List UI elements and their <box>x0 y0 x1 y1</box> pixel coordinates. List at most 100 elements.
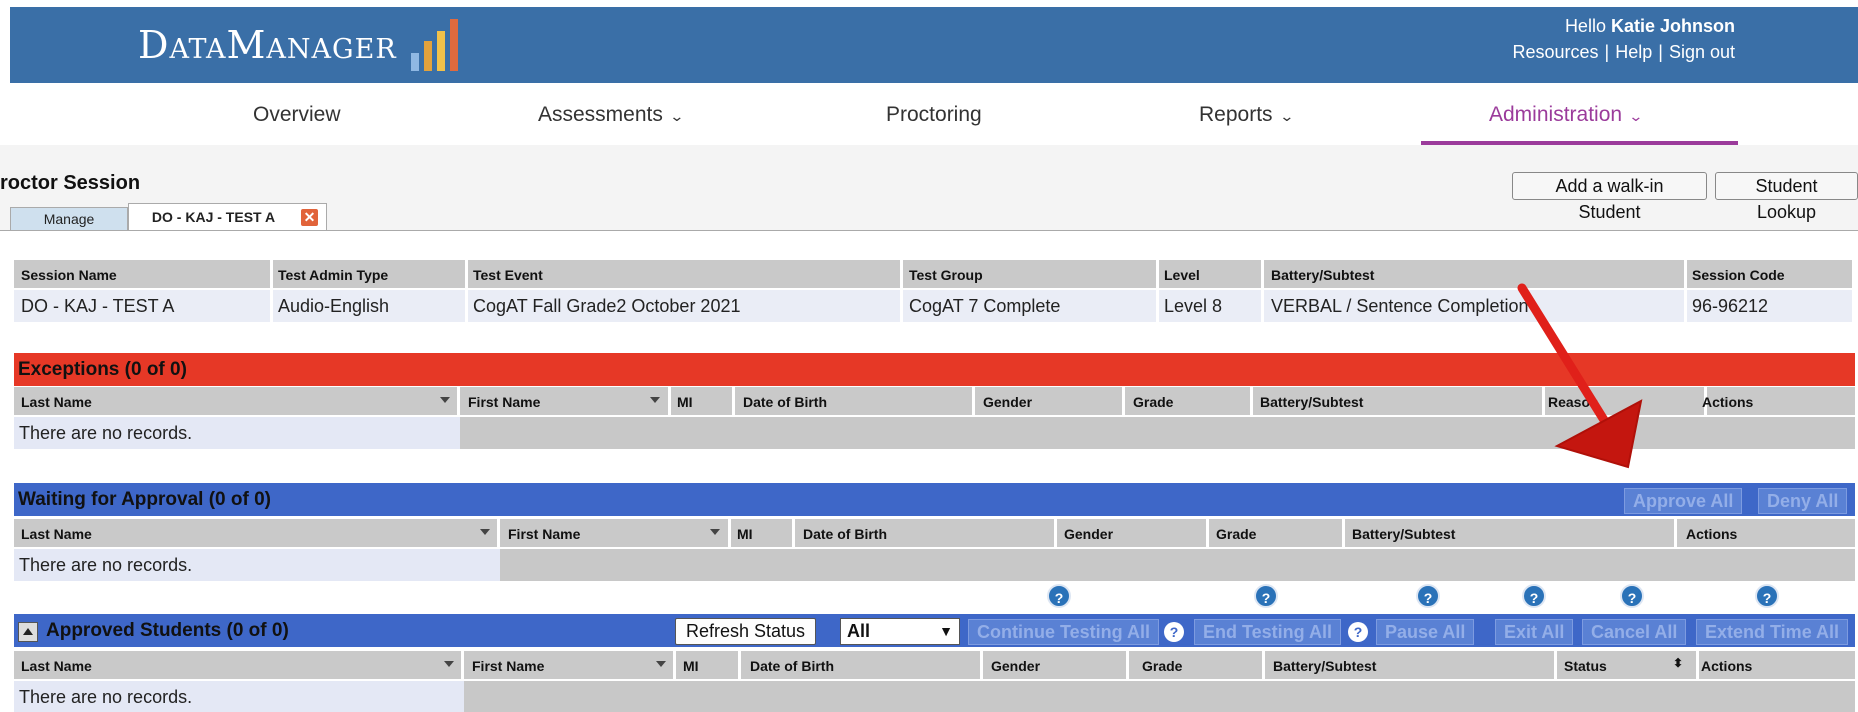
col-gender: Gender <box>991 658 1041 674</box>
col-status[interactable]: Status <box>1564 658 1607 674</box>
help-icon[interactable]: ? <box>1047 584 1071 608</box>
col-test-admin-type: Test Admin Type <box>278 267 389 283</box>
col-actions: Actions <box>1702 394 1754 410</box>
help-link[interactable]: Help <box>1615 42 1652 62</box>
sort-caret-icon[interactable] <box>656 661 666 667</box>
col-gender: Gender <box>983 394 1033 410</box>
sort-caret-icon[interactable] <box>650 397 660 403</box>
status-filter-value: All <box>847 621 871 641</box>
col-battery-subtest: Battery/Subtest <box>1273 658 1377 674</box>
col-first-name[interactable]: First Name <box>468 394 540 410</box>
continue-testing-all-button[interactable]: Continue Testing All <box>968 619 1159 645</box>
user-name: Katie Johnson <box>1610 16 1735 36</box>
pause-all-button[interactable]: Pause All <box>1376 619 1475 645</box>
nav-label: Assessments <box>538 103 663 126</box>
collapse-toggle-icon[interactable] <box>18 622 38 642</box>
sort-caret-icon[interactable] <box>710 529 720 535</box>
exceptions-section-bar: Exceptions (0 of 0) <box>14 353 1855 386</box>
col-last-name[interactable]: Last Name <box>21 658 92 674</box>
session-table-header: Session Name Test Admin Type Test Event … <box>14 260 1852 288</box>
col-actions: Actions <box>1686 526 1738 542</box>
exit-all-button[interactable]: Exit All <box>1495 619 1574 645</box>
test-group-value: CogAT 7 Complete <box>909 296 1061 316</box>
help-icon[interactable]: ? <box>1348 622 1368 642</box>
deny-all-button[interactable]: Deny All <box>1758 488 1848 514</box>
chevron-down-icon: ⌄ <box>1278 108 1295 124</box>
user-links: Resources | Help | Sign out <box>1512 42 1735 62</box>
help-icon[interactable]: ? <box>1254 584 1278 608</box>
col-battery-subtest: Battery/Subtest <box>1260 394 1364 410</box>
cancel-all-button[interactable]: Cancel All <box>1582 619 1687 645</box>
col-battery-subtest: Battery/Subtest <box>1271 267 1375 283</box>
sort-caret-icon[interactable] <box>480 529 490 535</box>
col-reason: Reason <box>1548 394 1599 410</box>
nav-reports[interactable]: Reports ⌄ <box>1199 103 1295 127</box>
col-test-group: Test Group <box>909 267 983 283</box>
col-last-name[interactable]: Last Name <box>21 394 92 410</box>
user-box: Hello Katie Johnson Resources | Help | Sign … <box>1512 13 1735 65</box>
tab-session[interactable]: DO - KAJ - TEST A ✕ <box>128 203 327 230</box>
close-icon[interactable]: ✕ <box>301 209 318 226</box>
empty-message: There are no records. <box>14 549 500 581</box>
approved-empty-row: There are no records. <box>14 681 1855 712</box>
nav-administration[interactable]: Administration ⌄ <box>1489 103 1644 127</box>
col-date-of-birth: Date of Birth <box>803 526 887 542</box>
nav-proctoring[interactable]: Proctoring <box>886 103 982 127</box>
logo-bars-icon <box>410 19 458 71</box>
test-event-value: CogAT Fall Grade2 October 2021 <box>473 296 741 316</box>
exceptions-table-header: Last Name First Name MI Date of Birth Ge… <box>14 387 1855 415</box>
status-filter-select[interactable]: All ▼ <box>840 618 960 645</box>
nav-label: Overview <box>253 103 341 126</box>
col-first-name[interactable]: First Name <box>508 526 580 542</box>
add-walk-in-student-button[interactable]: Add a walk-in Student <box>1512 172 1707 222</box>
end-testing-all-button[interactable]: End Testing All <box>1194 619 1341 645</box>
waiting-section-bar: Waiting for Approval (0 of 0) Approve Al… <box>14 483 1855 516</box>
datamanager-logo[interactable]: DataManager <box>138 19 458 71</box>
waiting-table-header: Last Name First Name MI Date of Birth Ge… <box>14 519 1855 547</box>
col-level: Level <box>1164 267 1200 283</box>
approved-section-bar: Approved Students (0 of 0) Refresh Statu… <box>14 614 1855 647</box>
resources-link[interactable]: Resources <box>1512 42 1598 62</box>
exceptions-empty-row: There are no records. <box>14 417 1855 449</box>
empty-message: There are no records. <box>14 681 464 712</box>
help-icon[interactable]: ? <box>1620 584 1644 608</box>
approve-all-button[interactable]: Approve All <box>1624 488 1743 514</box>
logo-text: DataManager <box>138 23 397 67</box>
tab-session-label: DO - KAJ - TEST A <box>151 209 276 225</box>
col-last-name[interactable]: Last Name <box>21 526 92 542</box>
col-date-of-birth: Date of Birth <box>750 658 834 674</box>
help-icon[interactable]: ? <box>1755 584 1779 608</box>
session-name-value: DO - KAJ - TEST A <box>21 296 175 316</box>
waiting-title: Waiting for Approval (0 of 0) <box>18 489 271 510</box>
sort-caret-icon[interactable] <box>440 397 450 403</box>
col-gender: Gender <box>1064 526 1114 542</box>
nav-label: Reports <box>1199 103 1273 126</box>
level-value: Level 8 <box>1164 296 1223 316</box>
app-header: DataManager Hello Katie Johnson Resource… <box>10 7 1858 83</box>
col-first-name[interactable]: First Name <box>472 658 544 674</box>
help-icon[interactable]: ? <box>1522 584 1546 608</box>
sign-out-link[interactable]: Sign out <box>1669 42 1735 62</box>
help-icon[interactable]: ? <box>1164 622 1184 642</box>
empty-message: There are no records. <box>14 417 460 449</box>
col-grade: Grade <box>1216 526 1257 542</box>
tab-manage[interactable]: Manage <box>10 207 128 231</box>
student-lookup-button[interactable]: Student Lookup <box>1715 172 1858 222</box>
refresh-status-button[interactable]: Refresh Status <box>675 618 817 645</box>
exceptions-title: Exceptions (0 of 0) <box>18 359 187 380</box>
greeting-prefix: Hello <box>1564 16 1606 36</box>
sort-caret-icon[interactable] <box>444 661 454 667</box>
col-test-event: Test Event <box>473 267 543 283</box>
battery-subtest-value: VERBAL / Sentence Completion <box>1271 296 1529 316</box>
help-icon[interactable]: ? <box>1416 584 1440 608</box>
sort-both-icon[interactable]: ⬍ <box>1673 656 1683 670</box>
col-date-of-birth: Date of Birth <box>743 394 827 410</box>
extend-time-all-button[interactable]: Extend Time All <box>1696 619 1849 645</box>
page-title: roctor Session <box>0 172 141 194</box>
nav-assessments[interactable]: Assessments ⌄ <box>538 103 684 127</box>
col-grade: Grade <box>1142 658 1183 674</box>
col-mi: MI <box>677 394 693 410</box>
nav-overview[interactable]: Overview <box>253 103 341 127</box>
nav-label: Administration <box>1489 103 1623 126</box>
approved-title: Approved Students (0 of 0) <box>46 620 289 641</box>
